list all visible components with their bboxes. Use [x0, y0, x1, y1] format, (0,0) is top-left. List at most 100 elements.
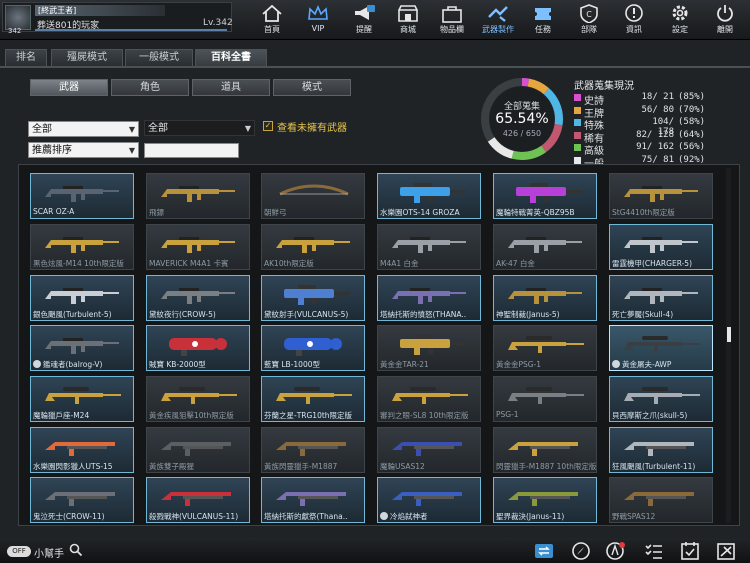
weapon-card[interactable]: M4A1 白金 [377, 224, 481, 270]
show-unowned-checkbox[interactable]: ✓ [263, 121, 273, 131]
compass-icon[interactable] [570, 541, 592, 561]
player-panel[interactable]: 342 [終武王者] 葬送801的玩家 Lv.342 [2, 2, 233, 35]
nav-label: 商城 [400, 25, 416, 34]
weapon-name: 野戰SPAS12 [612, 512, 656, 521]
weapon-card[interactable]: AK-47 白金 [493, 224, 597, 270]
weapon-card[interactable]: PSG-1 [493, 376, 597, 422]
weapon-card[interactable]: 鑑魂者(balrog-V) [30, 325, 134, 371]
weapon-card[interactable]: 黃族雙子殿猩 [146, 427, 250, 473]
nav-shield[interactable]: C 部隊 [569, 2, 609, 38]
sub-tab-weapons[interactable]: 武器 [30, 79, 108, 96]
weapon-name: 審判之眼-SL8 10th限定版 [380, 411, 469, 420]
nav-gear[interactable]: 設定 [660, 2, 700, 38]
weapon-card[interactable]: 魔輪特戰菁英-QBZ95B [493, 173, 597, 219]
sub-tab-items[interactable]: 道具 [192, 79, 270, 96]
weapon-name: MAVERICK M4A1 卡賓 [149, 259, 229, 268]
weapon-card[interactable]: StG4410th限定版 [609, 173, 713, 219]
weapon-card[interactable]: 賊寶 KB-2000型 [146, 325, 250, 371]
grid-scroll-thumb[interactable] [727, 327, 731, 342]
achievement-icon[interactable] [605, 541, 627, 561]
weapon-name: 水樂園閃影獵人UTS-15 [33, 462, 113, 471]
weapon-name: 魔輪特戰菁英-QBZ95B [496, 208, 575, 217]
rarity-count: 75/ 81 [641, 154, 674, 165]
weapon-card[interactable]: 塔納托斯的憤怒(THANA.. [377, 275, 481, 321]
weapon-card[interactable]: 魔輪USAS12 [377, 427, 481, 473]
sub-tab-characters[interactable]: 角色 [111, 79, 189, 96]
nav-home[interactable]: 首頁 [252, 2, 292, 38]
sort-select[interactable]: 推薦排序 ▼ [28, 142, 139, 158]
nav-info[interactable]: 資訊 [614, 2, 654, 38]
weapon-name: M4A1 白金 [380, 259, 419, 268]
weapon-card[interactable]: 飛鏢 [146, 173, 250, 219]
tab-ranking[interactable]: 排名 [5, 49, 47, 66]
weapon-card[interactable]: AK10th限定版 [261, 224, 365, 270]
weapon-image [392, 237, 466, 253]
weapon-card[interactable]: 黛紋射手(VULCANUS-5) [261, 275, 365, 321]
helper-toggle[interactable]: OFF [7, 546, 31, 557]
shield-icon: C [580, 4, 598, 23]
weapon-card[interactable]: 狂風颶風(Turbulent-11) [609, 427, 713, 473]
category-select[interactable]: 全部 ▼ [28, 121, 139, 137]
rarity-stat-row: 王牌 56/ 80 (70%) [574, 105, 714, 120]
weapon-image [161, 387, 237, 404]
weapon-card[interactable]: 死亡夢魘(Skull-4) [609, 275, 713, 321]
nav-craft[interactable]: 武器製作 [478, 2, 518, 38]
show-unowned-label[interactable]: 查看未擁有武器 [277, 119, 347, 134]
weapon-card[interactable]: 黃金金TAR-21 [377, 325, 481, 371]
weapon-card[interactable]: 黃金金PSG-1 [493, 325, 597, 371]
weapon-card[interactable]: 魔輪獵戶座-M24 [30, 376, 134, 422]
checklist-icon[interactable] [643, 541, 665, 561]
weapon-card[interactable]: 藍寶 LB-1000型 [261, 325, 365, 371]
weapon-card[interactable]: 神聖制裁(Janus-5) [493, 275, 597, 321]
weapon-card[interactable]: 黃族閃靈獵手-M1887 [261, 427, 365, 473]
nav-crown[interactable]: VIP [298, 2, 338, 38]
power-icon [717, 5, 733, 22]
weapon-card[interactable]: 鬼泣死士(CROW-11) [30, 477, 134, 523]
weapon-card[interactable]: 雷霆機甲(CHARGER-5) [609, 224, 713, 270]
weapon-image [161, 492, 231, 506]
weapon-card[interactable]: 黛紋夜行(CROW-5) [146, 275, 250, 321]
tab-encyclopedia[interactable]: 百科全書 [195, 49, 267, 66]
weapon-card[interactable]: 水樂園閃影獵人UTS-15 [30, 427, 134, 473]
weapon-card[interactable]: 野戰SPAS12 [609, 477, 713, 523]
weapon-card[interactable]: 黃金屠夫-AWP [609, 325, 713, 371]
nav-bag[interactable]: 物品欄 [432, 2, 472, 38]
weapon-card[interactable]: SCAR OZ-A [30, 173, 134, 219]
sub-tab-modes[interactable]: 模式 [273, 79, 351, 96]
nav-label: VIP [311, 24, 325, 33]
tab-normal-mode[interactable]: 一般模式 [125, 49, 193, 66]
weapon-card[interactable]: 貝西摩斯之爪(skull-5) [609, 376, 713, 422]
rarity-percent: (58%) [678, 117, 706, 127]
grid-scrollbar[interactable] [726, 168, 731, 523]
search-icon[interactable] [69, 543, 83, 557]
weapon-card[interactable]: 朝鮮弓 [261, 173, 365, 219]
exchange-icon[interactable] [533, 541, 555, 561]
weapon-card[interactable]: 水樂園OTS-14 GROZA [377, 173, 481, 219]
weapon-image [276, 387, 352, 404]
nav-megaphone[interactable]: 提醒 [344, 2, 384, 38]
weapon-card[interactable]: 閃靈獵手-M1887 10th限定版 [493, 427, 597, 473]
tools-icon[interactable] [715, 541, 737, 561]
weapon-card[interactable]: 黑色炫風-M14 10th限定版 [30, 224, 134, 270]
tab-zombie-mode[interactable]: 殭屍模式 [51, 49, 123, 66]
weapon-card[interactable]: 聖界裁決(Janus-11) [493, 477, 597, 523]
weapon-card[interactable]: 殺戮戰神(VULCANUS-11) [146, 477, 250, 523]
weapon-card[interactable]: 審判之眼-SL8 10th限定版 [377, 376, 481, 422]
nav-power[interactable]: 離開 [705, 2, 745, 38]
weapon-image [279, 184, 349, 196]
weapon-name: SCAR OZ-A [33, 207, 75, 216]
weapon-card[interactable]: 黃金疾風狙擊10th限定版 [146, 376, 250, 422]
nav-ticket[interactable]: 任務 [523, 2, 563, 38]
weapon-card[interactable]: 塔納托斯的獻祭(Thana.. [261, 477, 365, 523]
nav-label: 設定 [672, 25, 688, 34]
weapon-image [508, 288, 582, 304]
weapon-card[interactable]: 冷焰弑神者 [377, 477, 481, 523]
subcategory-select[interactable]: 全部 ▼ [144, 120, 255, 136]
calendar-icon[interactable] [679, 541, 701, 561]
weapon-card[interactable]: MAVERICK M4A1 卡賓 [146, 224, 250, 270]
weapon-search-input[interactable] [144, 143, 239, 158]
weapon-card[interactable]: 芬蘭之星-TRG10th限定版 [261, 376, 365, 422]
nav-shop[interactable]: 商城 [388, 2, 428, 38]
weapon-card[interactable]: 銀色颶風(Turbulent-5) [30, 275, 134, 321]
weapon-image [45, 186, 119, 202]
